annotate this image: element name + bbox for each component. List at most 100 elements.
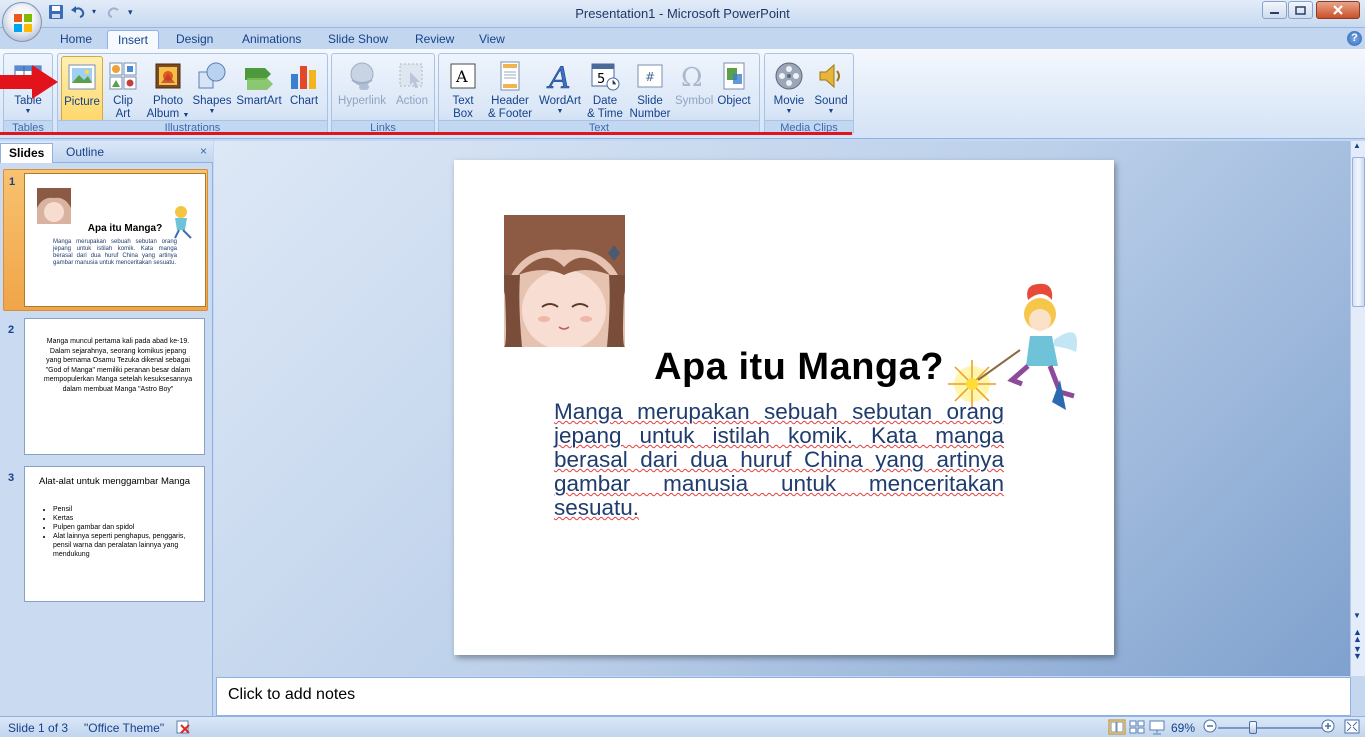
minimize-icon <box>1270 12 1279 14</box>
action-button[interactable]: Action <box>392 56 432 122</box>
tab-insert[interactable]: Insert <box>107 30 160 50</box>
thumbnail-slide-1: Apa itu Manga? Manga merupakan sebuah se… <box>24 173 206 307</box>
slide-thumbnail-1[interactable]: 1 Apa itu Manga? Manga merupakan sebuah … <box>3 169 208 311</box>
slide-show-icon[interactable] <box>1148 719 1166 737</box>
window-title: Presentation1 - Microsoft PowerPoint <box>575 6 790 21</box>
smartart-icon <box>245 68 273 90</box>
zoom-out-icon[interactable] <box>1203 719 1217 736</box>
anime-girl-image[interactable] <box>504 215 625 347</box>
hyperlink-icon <box>350 62 374 90</box>
wordart-button[interactable]: A WordArt ▼ <box>537 56 583 122</box>
slide-body-text[interactable]: Manga merupakan sebuah sebutan orang jep… <box>554 400 1004 520</box>
tab-slide-show[interactable]: Slide Show <box>318 30 398 50</box>
scrollbar-thumb[interactable] <box>1352 157 1365 307</box>
fit-to-window-icon[interactable] <box>1343 718 1361 737</box>
status-bar: Slide 1 of 3 "Office Theme" 69% <box>0 716 1365 737</box>
chart-button[interactable]: Chart <box>284 56 324 122</box>
slide-canvas[interactable]: Apa itu Manga? Manga merupakan sebuah se… <box>454 160 1114 655</box>
sound-button[interactable]: Sound ▼ <box>811 56 851 122</box>
slide-thumbnail-3[interactable]: Alat-alat untuk menggambar Manga Pensil … <box>24 466 205 602</box>
red-underline-annotation <box>0 132 852 135</box>
slide-thumbnail-2[interactable]: Manga muncul pertama kali pada abad ke-1… <box>24 318 205 455</box>
tab-slides[interactable]: Slides <box>0 143 54 163</box>
tab-home[interactable]: Home <box>50 30 102 50</box>
picture-button[interactable]: Picture <box>61 56 103 122</box>
object-button[interactable]: Object <box>713 56 755 122</box>
svg-text:Ω: Ω <box>681 63 703 92</box>
symbol-button[interactable]: Ω Symbol <box>675 56 713 122</box>
ribbon-tabs: Home Insert Design Animations Slide Show… <box>0 28 1365 50</box>
notes-placeholder: Click to add notes <box>228 686 356 703</box>
thumbnail-bullet-list: Pensil Kertas Pulpen gambar dan spidol A… <box>53 505 201 559</box>
group-media-clips: Movie ▼ Sound ▼ Media Clips <box>764 53 854 135</box>
object-icon <box>723 62 745 90</box>
slides-pane: Slides Outline × 1 Apa itu Manga? Manga … <box>0 141 213 716</box>
close-button[interactable] <box>1316 1 1360 19</box>
office-button[interactable] <box>2 2 42 42</box>
group-links: Hyperlink Action Links <box>331 53 435 135</box>
pane-tabs: Slides Outline × <box>0 141 213 163</box>
slide-editing-area: Apa itu Manga? Manga merupakan sebuah se… <box>214 141 1365 676</box>
slide-sorter-icon[interactable] <box>1128 719 1146 737</box>
smartart-button[interactable]: SmartArt <box>234 56 284 122</box>
tab-review[interactable]: Review <box>405 30 464 50</box>
tab-outline[interactable]: Outline <box>58 143 112 163</box>
action-icon <box>399 63 423 88</box>
ribbon: Table ▼ Tables Picture Clip Art Photo Al… <box>0 49 1365 139</box>
calendar-icon: 5 <box>591 63 620 91</box>
title-bar: ▾ ▾ Presentation1 - Microsoft PowerPoint <box>0 0 1365 42</box>
slide-number-button[interactable]: # Slide Number <box>627 56 673 122</box>
close-pane-icon[interactable]: × <box>200 144 207 158</box>
slide-counter: Slide 1 of 3 <box>8 721 69 735</box>
tab-design[interactable]: Design <box>166 30 223 50</box>
slide-title[interactable]: Apa itu Manga? <box>624 346 944 389</box>
normal-view-icon[interactable] <box>1108 719 1126 737</box>
text-box-button[interactable]: A Text Box <box>443 56 483 122</box>
group-text: A Text Box Header & Footer A WordArt ▼ 5 <box>438 53 760 135</box>
slide-number-icon: # <box>637 64 663 88</box>
header-footer-icon <box>500 61 520 91</box>
header-footer-button[interactable]: Header & Footer <box>485 56 535 122</box>
shapes-button[interactable]: Shapes ▼ <box>192 56 232 122</box>
restore-button[interactable] <box>1288 1 1313 19</box>
restore-icon <box>1295 6 1306 15</box>
tab-view[interactable]: View <box>469 30 515 50</box>
thumbnail-anime-girl-image <box>37 188 71 224</box>
svg-text:#: # <box>645 70 655 84</box>
picture-icon <box>68 64 96 90</box>
zoom-in-icon[interactable] <box>1321 719 1335 736</box>
shapes-icon <box>198 62 226 89</box>
chevron-down-icon: ▼ <box>24 108 32 115</box>
next-slide-icon[interactable]: ▼ ▼ <box>1353 645 1362 661</box>
previous-slide-icon[interactable]: ▲ ▲ <box>1353 628 1362 644</box>
zoom-slider-track[interactable] <box>1218 727 1324 729</box>
vertical-scrollbar[interactable]: ▲ ▼ ▲ ▲ ▼ ▼ <box>1350 141 1365 676</box>
close-icon <box>1333 5 1343 15</box>
tab-animations[interactable]: Animations <box>232 30 311 50</box>
movie-button[interactable]: Movie ▼ <box>767 56 811 122</box>
group-illustrations: Picture Clip Art Photo Album ▼ Shapes ▼ … <box>57 53 328 135</box>
svg-text:A: A <box>546 61 571 92</box>
thumbnail-fairy-image <box>174 206 192 239</box>
photo-album-icon <box>155 63 181 89</box>
svg-text:5: 5 <box>597 72 605 87</box>
zoom-slider-knob[interactable] <box>1249 721 1257 734</box>
date-time-button[interactable]: 5 Date & Time <box>585 56 625 122</box>
scroll-down-icon[interactable]: ▼ <box>1353 611 1361 620</box>
spell-check-icon[interactable] <box>175 719 193 737</box>
wordart-icon: A <box>546 61 571 92</box>
scroll-up-icon[interactable]: ▲ <box>1353 141 1361 150</box>
speaker-icon <box>819 63 840 89</box>
theme-name: "Office Theme" <box>84 721 165 735</box>
film-reel-icon <box>775 62 803 90</box>
clip-art-icon <box>109 62 137 90</box>
help-icon[interactable]: ? <box>1347 31 1362 46</box>
notes-pane[interactable]: Click to add notes <box>216 677 1351 716</box>
red-arrow-annotation <box>0 65 58 99</box>
zoom-level[interactable]: 69% <box>1171 721 1195 735</box>
svg-text:A: A <box>455 67 468 86</box>
minimize-button[interactable] <box>1262 1 1287 19</box>
photo-album-button[interactable]: Photo Album ▼ <box>144 56 192 122</box>
clip-art-button[interactable]: Clip Art <box>106 56 140 122</box>
hyperlink-button[interactable]: Hyperlink <box>334 56 390 122</box>
